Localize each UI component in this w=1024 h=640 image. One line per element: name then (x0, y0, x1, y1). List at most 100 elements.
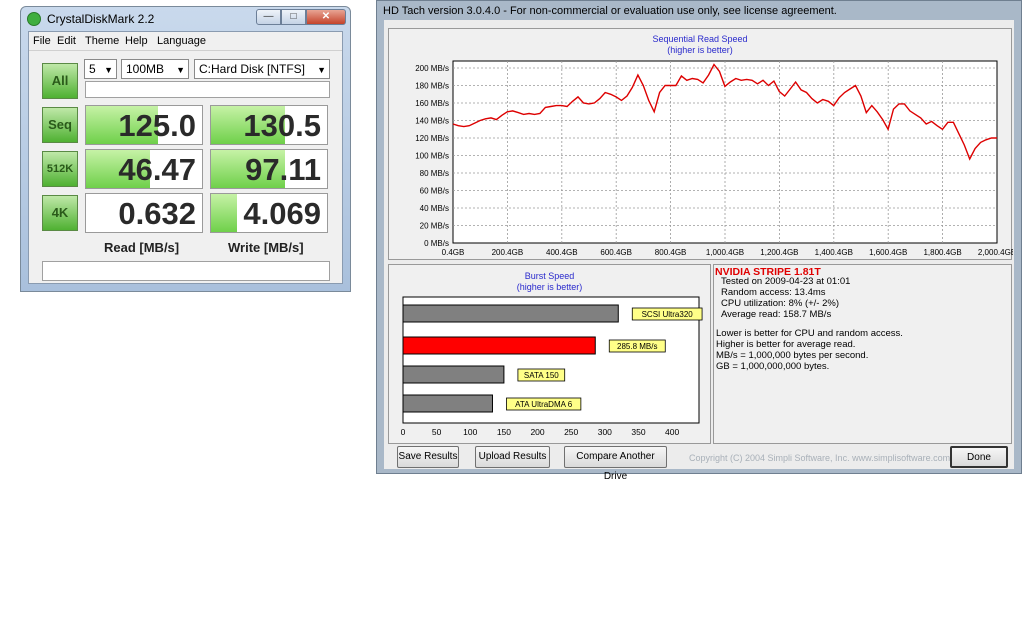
count-select[interactable]: 5 ▼ (84, 59, 117, 79)
x-tick-label: 0.4GB (442, 248, 465, 257)
y-tick-label: 100 MB/s (415, 152, 449, 161)
status-bar (42, 261, 330, 281)
menu-edit[interactable]: Edit (57, 35, 76, 47)
x-tick-label: 1,200.4GB (760, 248, 798, 257)
chevron-down-icon: ▼ (176, 65, 185, 75)
menu-divider (29, 50, 342, 51)
hdtach-window: HD Tach version 3.0.4.0 - For non-commer… (376, 0, 1022, 482)
4k-write-value: 4.069 (243, 196, 321, 231)
512k-read-result: 46.47 (85, 149, 203, 189)
note-mbs-definition: MB/s = 1,000,000 bytes per second. (716, 350, 869, 361)
app-icon (27, 12, 41, 26)
x-tick-label: 0 (401, 427, 406, 437)
y-tick-label: 200 MB/s (415, 64, 449, 73)
x-tick-label: 350 (631, 427, 645, 437)
done-button[interactable]: Done (950, 446, 1008, 468)
x-tick-label: 50 (432, 427, 442, 437)
seq-write-value: 130.5 (243, 108, 321, 143)
cdm-titlebar[interactable]: CrystalDiskMark 2.2 — □ ✕ (21, 7, 350, 31)
y-tick-label: 40 MB/s (420, 204, 449, 213)
size-select[interactable]: 100MB ▼ (121, 59, 189, 79)
x-tick-label: 1,000.4GB (706, 248, 744, 257)
x-tick-label: 800.4GB (655, 248, 687, 257)
x-tick-label: 150 (497, 427, 511, 437)
y-tick-label: 20 MB/s (420, 222, 449, 231)
x-tick-label: 400.4GB (546, 248, 578, 257)
x-tick-label: 600.4GB (600, 248, 632, 257)
burst-bar-label: SATA 150 (524, 371, 559, 380)
x-tick-label: 100 (463, 427, 477, 437)
info-tested-on: Tested on 2009-04-23 at 01:01 (721, 276, 851, 287)
512k-button[interactable]: 512K (42, 151, 78, 187)
x-tick-label: 400 (665, 427, 679, 437)
y-tick-label: 180 MB/s (415, 82, 449, 91)
burst-bar-label: ATA UltraDMA 6 (515, 400, 573, 409)
burst-bar-label: 285.8 MB/s (617, 342, 657, 351)
512k-write-value: 97.11 (245, 152, 321, 187)
burst-bar-label: SCSI Ultra320 (642, 310, 694, 319)
cdm-client-area: File Edit Theme Help Language All 5 ▼ 100… (28, 31, 343, 284)
menu-bar: File Edit Theme Help Language (29, 32, 342, 50)
x-tick-label: 1,800.4GB (923, 248, 961, 257)
y-tick-label: 0 MB/s (424, 239, 449, 248)
x-tick-label: 200 (530, 427, 544, 437)
maximize-button[interactable]: □ (281, 9, 306, 25)
info-cpu-utilization: CPU utilization: 8% (+/- 2%) (721, 298, 839, 309)
512k-write-result: 97.11 (210, 149, 328, 189)
y-tick-label: 160 MB/s (415, 99, 449, 108)
x-tick-label: 250 (564, 427, 578, 437)
seq-read-value: 125.0 (118, 108, 196, 143)
burst-bar (402, 394, 493, 413)
save-results-button[interactable]: Save Results (397, 446, 459, 468)
chevron-down-icon: ▼ (317, 65, 326, 75)
drive-value: C:Hard Disk [NTFS] (199, 62, 306, 76)
4k-write-result: 4.069 (210, 193, 328, 233)
window-title: HD Tach version 3.0.4.0 - For non-commer… (383, 5, 837, 17)
4k-read-result: 0.632 (85, 193, 203, 233)
note-higher-better: Higher is better for average read. (716, 339, 856, 350)
upload-results-button[interactable]: Upload Results (475, 446, 550, 468)
seq-read-result: 125.0 (85, 105, 203, 145)
menu-help[interactable]: Help (125, 35, 148, 47)
info-average-read: Average read: 158.7 MB/s (721, 309, 832, 320)
write-column-label: Write [MB/s] (228, 240, 304, 255)
window-title: CrystalDiskMark 2.2 (47, 12, 155, 26)
sequential-read-chart: 0 MB/s 20 MB/s 40 MB/s 60 MB/s 80 MB/s 100 MB… (415, 60, 1013, 257)
seq-write-result: 130.5 (210, 105, 328, 145)
x-tick-label: 1,600.4GB (869, 248, 907, 257)
burst-bar (402, 304, 619, 323)
y-tick-label: 140 MB/s (415, 117, 449, 126)
menu-theme[interactable]: Theme (85, 35, 119, 47)
menu-language[interactable]: Language (157, 35, 206, 47)
seq-plot-area (452, 60, 998, 244)
4k-read-value: 0.632 (118, 196, 196, 231)
512k-read-value: 46.47 (118, 152, 196, 187)
seq-button[interactable]: Seq (42, 107, 78, 143)
all-button[interactable]: All (42, 63, 78, 99)
compare-another-drive-button[interactable]: Compare Another Drive (564, 446, 667, 482)
minimize-button[interactable]: — (256, 9, 281, 25)
burst-bar (402, 365, 505, 384)
y-tick-label: 120 MB/s (415, 134, 449, 143)
size-value: 100MB (126, 62, 165, 76)
x-tick-label: 300 (598, 427, 612, 437)
sequential-read-panel: Sequential Read Speed (higher is better)… (388, 28, 1013, 260)
crystaldiskmark-window: CrystalDiskMark 2.2 — □ ✕ File Edit Them… (20, 6, 351, 292)
info-random-access: Random access: 13.4ms (721, 287, 826, 298)
read-column-label: Read [MB/s] (104, 240, 180, 255)
y-tick-label: 80 MB/s (420, 169, 449, 178)
4k-button[interactable]: 4K (42, 195, 78, 231)
chevron-down-icon: ▼ (104, 65, 113, 75)
4k-write-bar (211, 194, 237, 232)
note-gb-definition: GB = 1,000,000,000 bytes. (716, 361, 830, 372)
menu-file[interactable]: File (33, 35, 51, 47)
hdtach-client-area: Sequential Read Speed (higher is better)… (384, 20, 1014, 482)
x-tick-label: 200.4GB (492, 248, 524, 257)
x-tick-label: 1,400.4GB (815, 248, 853, 257)
drive-select[interactable]: C:Hard Disk [NTFS] ▼ (194, 59, 330, 79)
y-tick-label: 60 MB/s (420, 187, 449, 196)
close-button[interactable]: ✕ (306, 9, 346, 25)
burst-speed-panel: Burst Speed (higher is better) 0 50 100 150… (388, 264, 711, 444)
comment-field[interactable] (85, 81, 330, 98)
copyright-text: Copyright (C) 2004 Simpli Software, Inc.… (689, 453, 951, 463)
